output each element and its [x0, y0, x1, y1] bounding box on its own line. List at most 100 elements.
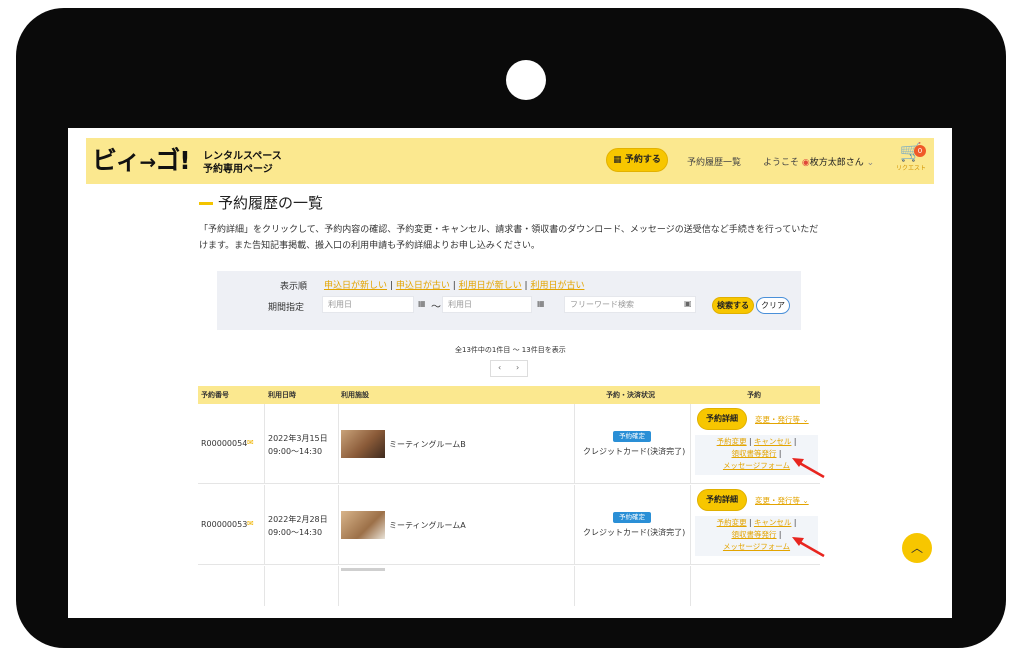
reservation-detail-button[interactable]: 予約詳細 — [697, 489, 747, 511]
search-button[interactable]: 検索する — [712, 297, 754, 314]
range-tilde: 〜 — [431, 302, 441, 313]
column-divider — [264, 566, 265, 606]
status-badge: 予約確定 — [613, 512, 651, 523]
keyword-search-input[interactable]: フリーワード検索 — [564, 296, 696, 313]
use-date: 2022年2月28日 — [268, 515, 328, 524]
filter-panel: 表示順 申込日が新しい | 申込日が古い | 利用日が新しい | 利用日が古い … — [217, 271, 801, 330]
column-divider — [574, 404, 575, 484]
user-name: 枚方太郎さん — [809, 158, 864, 168]
column-divider — [264, 404, 265, 484]
column-divider — [690, 485, 691, 565]
screen: ビィ→ゴ! レンタルスペース 予約専用ページ ▦ 予約する 予約履歴一覧 ようこ… — [68, 128, 952, 618]
status-badge: 予約確定 — [613, 431, 651, 442]
period-label: 期間指定 — [268, 303, 305, 313]
reservation-detail-button[interactable]: 予約詳細 — [697, 408, 747, 430]
column-divider — [338, 485, 339, 565]
separator: | — [749, 518, 752, 527]
reservation-id: R00000053 — [201, 520, 248, 529]
next-page-button[interactable]: › — [516, 363, 519, 372]
shield-icon: ◉ — [801, 158, 810, 168]
logo-subtitle-line2: 予約専用ページ — [203, 164, 273, 175]
action-links-panel: 予約変更 | キャンセル | 領収書等発行 | メッセージフォーム — [695, 516, 818, 556]
chevron-down-icon: ⌄ — [800, 415, 809, 424]
payment-status: クレジットカード(決済完了) — [583, 528, 686, 537]
column-divider — [574, 566, 575, 606]
date-from-input[interactable]: 利用日 — [322, 296, 414, 313]
payment-status: クレジットカード(決済完了) — [583, 447, 686, 456]
column-divider — [338, 404, 339, 484]
logo-text: ビィ — [92, 146, 141, 175]
receipt-link[interactable]: 領収書等発行 — [732, 530, 777, 539]
chevron-up-icon: ︿ — [910, 541, 923, 555]
cart-button[interactable]: 🛒 0 リクエスト — [893, 141, 929, 181]
change-reservation-link[interactable]: 予約変更 — [717, 518, 747, 527]
col-header-id: 予約番号 — [201, 391, 229, 399]
column-divider — [690, 404, 691, 484]
page-title-text: 予約履歴の一覧 — [218, 194, 324, 212]
logo-subtitle: レンタルスペース 予約専用ページ — [203, 150, 282, 176]
pagination: ‹ › — [490, 360, 528, 377]
logo-arrow-icon: → — [139, 150, 157, 174]
message-form-link[interactable]: メッセージフォーム — [723, 542, 790, 551]
use-date: 2022年3月15日 — [268, 434, 328, 443]
nav-reservation-history[interactable]: 予約履歴一覧 — [687, 155, 741, 168]
cart-label: リクエスト — [895, 165, 926, 172]
table-row: R00000054 ✉ 2022年3月15日 09:00〜14:30 ミーティン… — [198, 404, 820, 484]
clear-button[interactable]: クリア — [756, 297, 790, 314]
use-time: 09:00〜14:30 — [268, 447, 323, 456]
sort-option-applied-newest[interactable]: 申込日が新しい — [324, 281, 387, 291]
calendar-icon[interactable]: ▦ — [418, 299, 426, 308]
chevron-down-icon: ⌄ — [866, 158, 875, 168]
camera-dot — [506, 60, 546, 100]
column-divider — [264, 485, 265, 565]
reserve-button[interactable]: ▦ 予約する — [606, 148, 668, 172]
facility-thumbnail — [341, 568, 385, 571]
table-row: R00000053 ✉ 2022年2月28日 09:00〜14:30 ミーティン… — [198, 485, 820, 565]
sort-option-applied-oldest[interactable]: 申込日が古い — [396, 281, 450, 291]
sort-option-use-newest[interactable]: 利用日が新しい — [459, 281, 522, 291]
change-menu-label: 変更・発行等 — [755, 415, 800, 424]
col-header-facility: 利用施設 — [341, 391, 369, 399]
mail-icon[interactable]: ✉ — [247, 519, 254, 528]
change-menu-toggle[interactable]: 変更・発行等 ⌄ — [755, 414, 809, 425]
receipt-link[interactable]: 領収書等発行 — [732, 449, 777, 458]
table-header: 予約番号 利用日時 利用施設 予約・決済状況 予約 — [198, 386, 820, 404]
cancel-link[interactable]: キャンセル — [754, 518, 792, 527]
title-accent-bar — [199, 202, 213, 205]
welcome-text: ようこそ — [763, 158, 800, 168]
mail-icon[interactable]: ✉ — [247, 438, 254, 447]
column-divider — [338, 566, 339, 606]
sort-option-use-oldest[interactable]: 利用日が古い — [530, 281, 584, 291]
logo-subtitle-line1: レンタルスペース — [203, 151, 282, 162]
separator: | — [778, 530, 782, 539]
reservation-id: R00000054 — [201, 439, 248, 448]
facility-thumbnail[interactable] — [341, 430, 385, 458]
site-header: ビィ→ゴ! レンタルスペース 予約専用ページ ▦ 予約する 予約履歴一覧 ようこ… — [86, 138, 934, 184]
cancel-link[interactable]: キャンセル — [754, 437, 792, 446]
calendar-icon: ▦ — [613, 155, 622, 165]
date-to-input[interactable]: 利用日 — [442, 296, 532, 313]
logo[interactable]: ビィ→ゴ! — [92, 146, 191, 177]
separator: | — [389, 281, 393, 291]
change-reservation-link[interactable]: 予約変更 — [717, 437, 747, 446]
facility-thumbnail[interactable] — [341, 511, 385, 539]
col-header-datetime: 利用日時 — [268, 391, 296, 399]
use-time: 09:00〜14:30 — [268, 528, 323, 537]
separator: | — [524, 281, 528, 291]
scroll-top-button[interactable]: ︿ — [902, 533, 932, 563]
facility-name: ミーティングルームB — [389, 440, 466, 449]
separator: | — [778, 449, 782, 458]
change-menu-toggle[interactable]: 変更・発行等 ⌄ — [755, 495, 809, 506]
column-divider — [690, 566, 691, 606]
user-menu[interactable]: ようこそ ◉枚方太郎さん ⌄ — [763, 155, 874, 168]
id-card-icon: ▣ — [684, 299, 692, 308]
col-header-actions: 予約 — [747, 391, 761, 399]
message-form-link[interactable]: メッセージフォーム — [723, 461, 790, 470]
calendar-icon[interactable]: ▦ — [537, 299, 545, 308]
cart-badge: 0 — [914, 145, 926, 157]
prev-page-button[interactable]: ‹ — [498, 363, 501, 372]
sort-options: 申込日が新しい | 申込日が古い | 利用日が新しい | 利用日が古い — [324, 278, 584, 291]
action-links-panel: 予約変更 | キャンセル | 領収書等発行 | メッセージフォーム — [695, 435, 818, 475]
facility-name: ミーティングルームA — [389, 521, 466, 530]
table-row — [198, 566, 820, 606]
